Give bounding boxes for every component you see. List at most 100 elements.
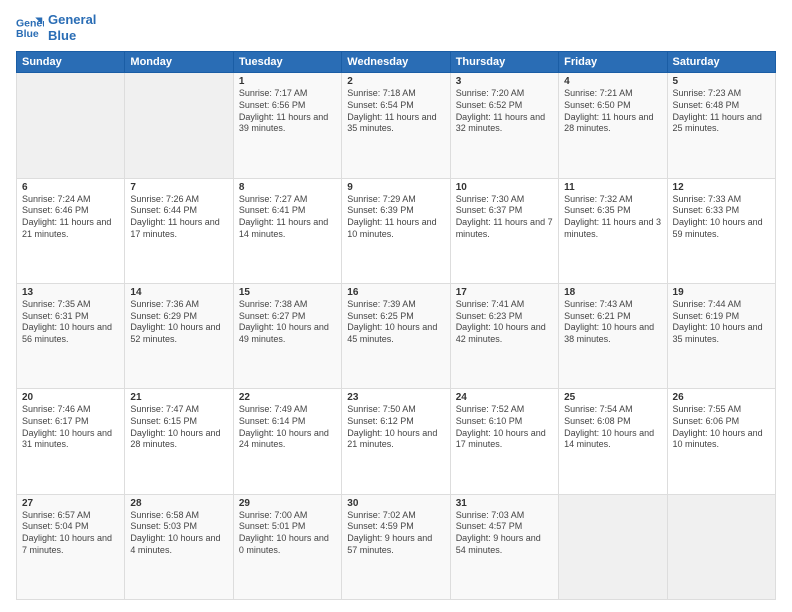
day-number: 3 xyxy=(456,76,553,87)
weekday-header-wednesday: Wednesday xyxy=(342,52,450,73)
calendar-cell: 25Sunrise: 7:54 AM Sunset: 6:08 PM Dayli… xyxy=(559,389,667,494)
calendar-week-row: 27Sunrise: 6:57 AM Sunset: 5:04 PM Dayli… xyxy=(17,494,776,599)
calendar-cell: 17Sunrise: 7:41 AM Sunset: 6:23 PM Dayli… xyxy=(450,283,558,388)
svg-text:Blue: Blue xyxy=(16,27,39,39)
calendar-cell: 3Sunrise: 7:20 AM Sunset: 6:52 PM Daylig… xyxy=(450,73,558,178)
cell-content: Sunrise: 7:24 AM Sunset: 6:46 PM Dayligh… xyxy=(22,194,119,241)
cell-content: Sunrise: 7:41 AM Sunset: 6:23 PM Dayligh… xyxy=(456,299,553,346)
day-number: 14 xyxy=(130,287,227,298)
calendar-cell: 13Sunrise: 7:35 AM Sunset: 6:31 PM Dayli… xyxy=(17,283,125,388)
calendar-week-row: 6Sunrise: 7:24 AM Sunset: 6:46 PM Daylig… xyxy=(17,178,776,283)
calendar-cell: 24Sunrise: 7:52 AM Sunset: 6:10 PM Dayli… xyxy=(450,389,558,494)
calendar-cell: 6Sunrise: 7:24 AM Sunset: 6:46 PM Daylig… xyxy=(17,178,125,283)
logo-blue: Blue xyxy=(48,28,96,44)
calendar-cell xyxy=(125,73,233,178)
calendar-cell: 14Sunrise: 7:36 AM Sunset: 6:29 PM Dayli… xyxy=(125,283,233,388)
calendar-week-row: 13Sunrise: 7:35 AM Sunset: 6:31 PM Dayli… xyxy=(17,283,776,388)
weekday-header-monday: Monday xyxy=(125,52,233,73)
day-number: 5 xyxy=(673,76,770,87)
calendar-cell: 22Sunrise: 7:49 AM Sunset: 6:14 PM Dayli… xyxy=(233,389,341,494)
day-number: 10 xyxy=(456,182,553,193)
cell-content: Sunrise: 7:27 AM Sunset: 6:41 PM Dayligh… xyxy=(239,194,336,241)
day-number: 21 xyxy=(130,392,227,403)
weekday-header-tuesday: Tuesday xyxy=(233,52,341,73)
calendar-cell xyxy=(559,494,667,599)
calendar-cell: 19Sunrise: 7:44 AM Sunset: 6:19 PM Dayli… xyxy=(667,283,775,388)
cell-content: Sunrise: 7:54 AM Sunset: 6:08 PM Dayligh… xyxy=(564,404,661,451)
day-number: 6 xyxy=(22,182,119,193)
cell-content: Sunrise: 7:29 AM Sunset: 6:39 PM Dayligh… xyxy=(347,194,444,241)
calendar-cell: 10Sunrise: 7:30 AM Sunset: 6:37 PM Dayli… xyxy=(450,178,558,283)
cell-content: Sunrise: 7:02 AM Sunset: 4:59 PM Dayligh… xyxy=(347,510,444,557)
day-number: 20 xyxy=(22,392,119,403)
cell-content: Sunrise: 7:20 AM Sunset: 6:52 PM Dayligh… xyxy=(456,88,553,135)
calendar-cell: 4Sunrise: 7:21 AM Sunset: 6:50 PM Daylig… xyxy=(559,73,667,178)
calendar-cell: 2Sunrise: 7:18 AM Sunset: 6:54 PM Daylig… xyxy=(342,73,450,178)
calendar-cell: 27Sunrise: 6:57 AM Sunset: 5:04 PM Dayli… xyxy=(17,494,125,599)
calendar-cell: 18Sunrise: 7:43 AM Sunset: 6:21 PM Dayli… xyxy=(559,283,667,388)
cell-content: Sunrise: 7:36 AM Sunset: 6:29 PM Dayligh… xyxy=(130,299,227,346)
calendar-cell: 30Sunrise: 7:02 AM Sunset: 4:59 PM Dayli… xyxy=(342,494,450,599)
day-number: 8 xyxy=(239,182,336,193)
day-number: 24 xyxy=(456,392,553,403)
calendar-table: SundayMondayTuesdayWednesdayThursdayFrid… xyxy=(16,51,776,600)
day-number: 2 xyxy=(347,76,444,87)
cell-content: Sunrise: 7:38 AM Sunset: 6:27 PM Dayligh… xyxy=(239,299,336,346)
cell-content: Sunrise: 7:50 AM Sunset: 6:12 PM Dayligh… xyxy=(347,404,444,451)
weekday-header-sunday: Sunday xyxy=(17,52,125,73)
day-number: 15 xyxy=(239,287,336,298)
calendar-cell: 15Sunrise: 7:38 AM Sunset: 6:27 PM Dayli… xyxy=(233,283,341,388)
day-number: 12 xyxy=(673,182,770,193)
weekday-header-thursday: Thursday xyxy=(450,52,558,73)
header: General Blue General Blue xyxy=(16,12,776,43)
cell-content: Sunrise: 6:57 AM Sunset: 5:04 PM Dayligh… xyxy=(22,510,119,557)
day-number: 9 xyxy=(347,182,444,193)
calendar-cell: 5Sunrise: 7:23 AM Sunset: 6:48 PM Daylig… xyxy=(667,73,775,178)
calendar-page: General Blue General Blue SundayMondayTu… xyxy=(0,0,792,612)
calendar-cell: 9Sunrise: 7:29 AM Sunset: 6:39 PM Daylig… xyxy=(342,178,450,283)
calendar-cell xyxy=(17,73,125,178)
day-number: 31 xyxy=(456,498,553,509)
cell-content: Sunrise: 6:58 AM Sunset: 5:03 PM Dayligh… xyxy=(130,510,227,557)
day-number: 4 xyxy=(564,76,661,87)
day-number: 30 xyxy=(347,498,444,509)
weekday-header-friday: Friday xyxy=(559,52,667,73)
cell-content: Sunrise: 7:30 AM Sunset: 6:37 PM Dayligh… xyxy=(456,194,553,241)
cell-content: Sunrise: 7:03 AM Sunset: 4:57 PM Dayligh… xyxy=(456,510,553,557)
calendar-cell: 31Sunrise: 7:03 AM Sunset: 4:57 PM Dayli… xyxy=(450,494,558,599)
day-number: 11 xyxy=(564,182,661,193)
calendar-week-row: 1Sunrise: 7:17 AM Sunset: 6:56 PM Daylig… xyxy=(17,73,776,178)
cell-content: Sunrise: 7:18 AM Sunset: 6:54 PM Dayligh… xyxy=(347,88,444,135)
logo: General Blue General Blue xyxy=(16,12,96,43)
calendar-cell: 1Sunrise: 7:17 AM Sunset: 6:56 PM Daylig… xyxy=(233,73,341,178)
calendar-cell: 8Sunrise: 7:27 AM Sunset: 6:41 PM Daylig… xyxy=(233,178,341,283)
calendar-cell: 16Sunrise: 7:39 AM Sunset: 6:25 PM Dayli… xyxy=(342,283,450,388)
calendar-cell: 11Sunrise: 7:32 AM Sunset: 6:35 PM Dayli… xyxy=(559,178,667,283)
calendar-cell: 12Sunrise: 7:33 AM Sunset: 6:33 PM Dayli… xyxy=(667,178,775,283)
cell-content: Sunrise: 7:17 AM Sunset: 6:56 PM Dayligh… xyxy=(239,88,336,135)
day-number: 29 xyxy=(239,498,336,509)
cell-content: Sunrise: 7:32 AM Sunset: 6:35 PM Dayligh… xyxy=(564,194,661,241)
day-number: 1 xyxy=(239,76,336,87)
cell-content: Sunrise: 7:39 AM Sunset: 6:25 PM Dayligh… xyxy=(347,299,444,346)
day-number: 28 xyxy=(130,498,227,509)
cell-content: Sunrise: 7:35 AM Sunset: 6:31 PM Dayligh… xyxy=(22,299,119,346)
day-number: 23 xyxy=(347,392,444,403)
day-number: 22 xyxy=(239,392,336,403)
cell-content: Sunrise: 7:33 AM Sunset: 6:33 PM Dayligh… xyxy=(673,194,770,241)
cell-content: Sunrise: 7:49 AM Sunset: 6:14 PM Dayligh… xyxy=(239,404,336,451)
calendar-cell: 23Sunrise: 7:50 AM Sunset: 6:12 PM Dayli… xyxy=(342,389,450,494)
day-number: 18 xyxy=(564,287,661,298)
cell-content: Sunrise: 7:55 AM Sunset: 6:06 PM Dayligh… xyxy=(673,404,770,451)
calendar-cell: 28Sunrise: 6:58 AM Sunset: 5:03 PM Dayli… xyxy=(125,494,233,599)
day-number: 7 xyxy=(130,182,227,193)
calendar-cell: 20Sunrise: 7:46 AM Sunset: 6:17 PM Dayli… xyxy=(17,389,125,494)
calendar-cell: 21Sunrise: 7:47 AM Sunset: 6:15 PM Dayli… xyxy=(125,389,233,494)
cell-content: Sunrise: 7:44 AM Sunset: 6:19 PM Dayligh… xyxy=(673,299,770,346)
day-number: 25 xyxy=(564,392,661,403)
day-number: 16 xyxy=(347,287,444,298)
cell-content: Sunrise: 7:00 AM Sunset: 5:01 PM Dayligh… xyxy=(239,510,336,557)
day-number: 17 xyxy=(456,287,553,298)
calendar-cell: 26Sunrise: 7:55 AM Sunset: 6:06 PM Dayli… xyxy=(667,389,775,494)
cell-content: Sunrise: 7:23 AM Sunset: 6:48 PM Dayligh… xyxy=(673,88,770,135)
